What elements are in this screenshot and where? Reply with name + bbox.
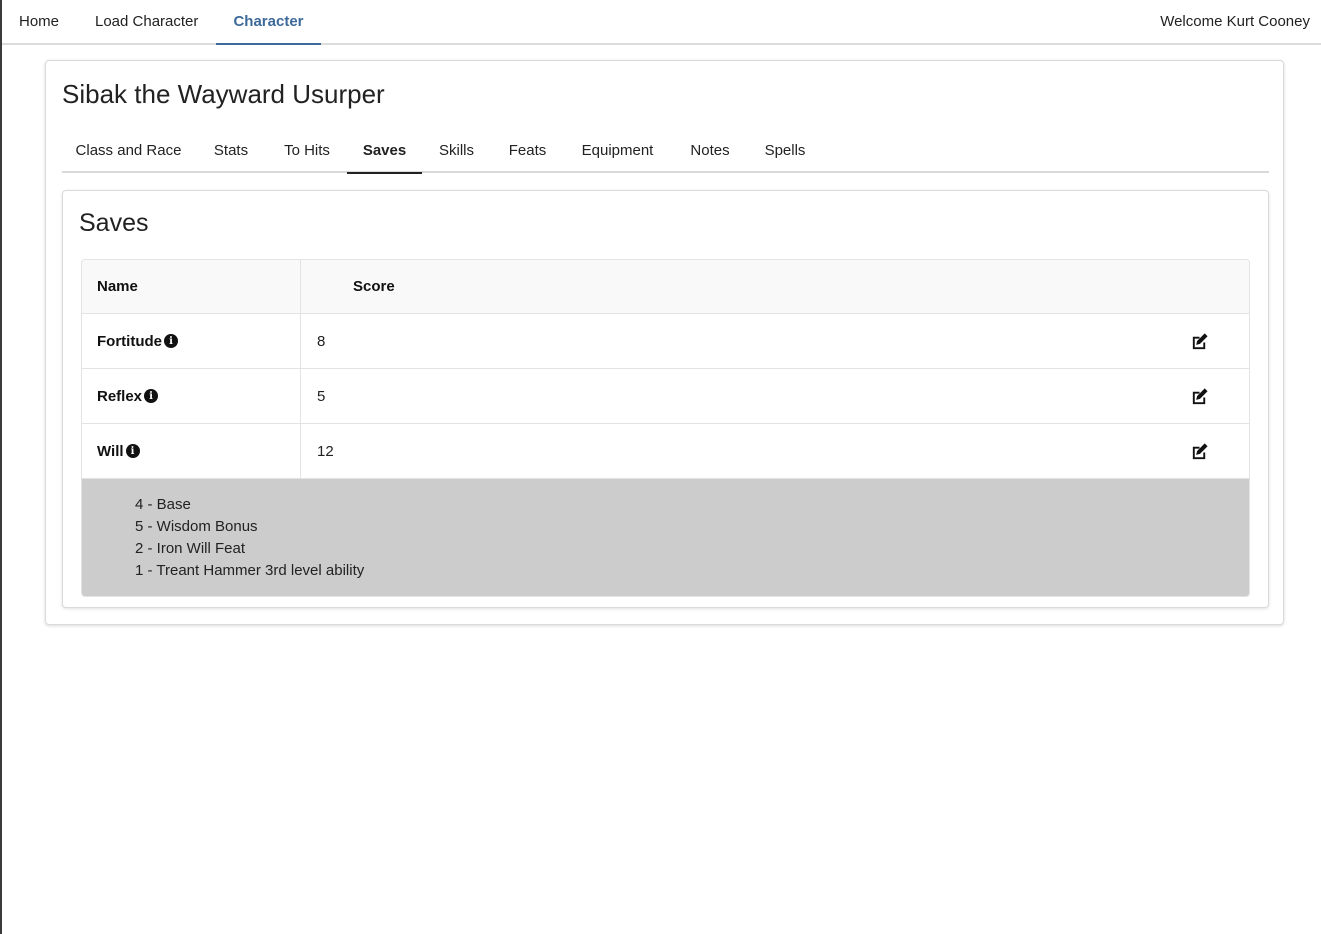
nav-character[interactable]: Character: [216, 0, 321, 45]
info-circle-icon[interactable]: i: [125, 444, 140, 458]
tab-skills[interactable]: Skills: [422, 135, 491, 173]
character-card: Sibak the Wayward Usurper Class and Race…: [45, 60, 1284, 625]
tab-to-hits[interactable]: To Hits: [267, 135, 347, 173]
edit-icon[interactable]: [1190, 332, 1209, 351]
nav-load-character[interactable]: Load Character: [95, 0, 205, 45]
saves-panel: Saves Name Score Fortitude i 8 Reflex i …: [62, 190, 1269, 608]
top-navigation: Home Load Character Character Welcome Ku…: [2, 0, 1321, 45]
save-name-cell: Reflex i: [82, 369, 301, 423]
table-header-row: Name Score: [82, 260, 1249, 314]
tab-spells[interactable]: Spells: [749, 135, 821, 173]
save-name-cell: Will i: [82, 424, 301, 478]
edit-icon[interactable]: [1190, 442, 1209, 461]
save-name: Reflex: [97, 387, 143, 405]
save-name-cell: Fortitude i: [82, 314, 301, 368]
nav-home[interactable]: Home: [19, 0, 67, 45]
tab-stats[interactable]: Stats: [195, 135, 267, 173]
welcome-message: Welcome Kurt Cooney: [1160, 13, 1310, 30]
column-header-name: Name: [82, 260, 301, 313]
save-score: 5: [317, 387, 326, 405]
tab-saves[interactable]: Saves: [347, 135, 422, 174]
save-score: 12: [317, 442, 334, 460]
tab-feats[interactable]: Feats: [491, 135, 564, 173]
save-row-fortitude: Fortitude i 8: [82, 314, 1249, 369]
tab-notes[interactable]: Notes: [671, 135, 749, 173]
breakdown-line: 4 - Base: [135, 496, 191, 513]
saves-title: Saves: [79, 209, 149, 237]
will-breakdown: 4 - Base 5 - Wisdom Bonus 2 - Iron Will …: [82, 479, 1249, 596]
save-name: Fortitude: [97, 332, 162, 350]
edit-icon[interactable]: [1190, 387, 1209, 406]
breakdown-line: 2 - Iron Will Feat: [135, 540, 246, 557]
save-name: Will: [97, 442, 124, 460]
character-tabs: Class and Race Stats To Hits Saves Skill…: [62, 135, 1269, 174]
save-score: 8: [317, 332, 326, 350]
save-row-will: Will i 12: [82, 424, 1249, 479]
tab-equipment[interactable]: Equipment: [564, 135, 671, 173]
save-row-reflex: Reflex i 5: [82, 369, 1249, 424]
saves-table: Name Score Fortitude i 8 Reflex i 5 Will…: [81, 259, 1250, 597]
character-name: Sibak the Wayward Usurper: [62, 79, 385, 109]
column-header-score: Score: [353, 278, 395, 295]
info-circle-icon[interactable]: i: [164, 334, 178, 348]
window-edge: [0, 0, 2, 934]
info-circle-icon[interactable]: i: [144, 389, 159, 403]
tab-class-and-race[interactable]: Class and Race: [62, 135, 195, 173]
breakdown-line: 1 - Treant Hammer 3rd level ability: [135, 562, 365, 579]
breakdown-line: 5 - Wisdom Bonus: [135, 518, 258, 535]
